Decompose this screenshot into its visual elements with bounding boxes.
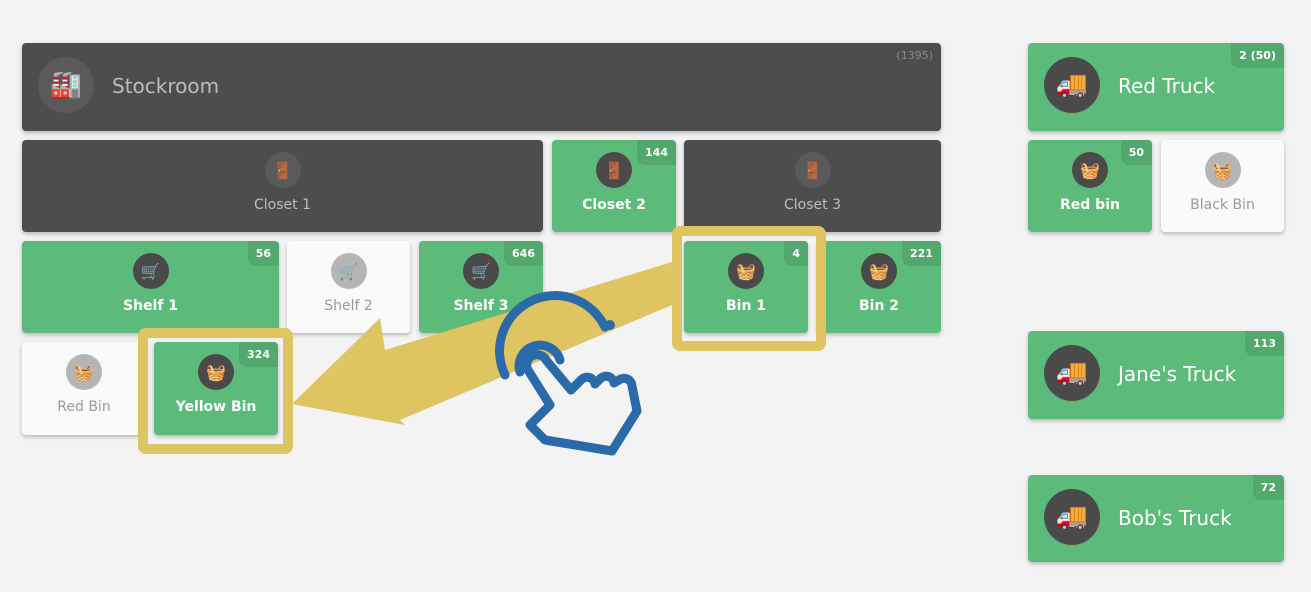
arrow-shape <box>292 262 672 425</box>
drag-arrow <box>292 262 672 456</box>
